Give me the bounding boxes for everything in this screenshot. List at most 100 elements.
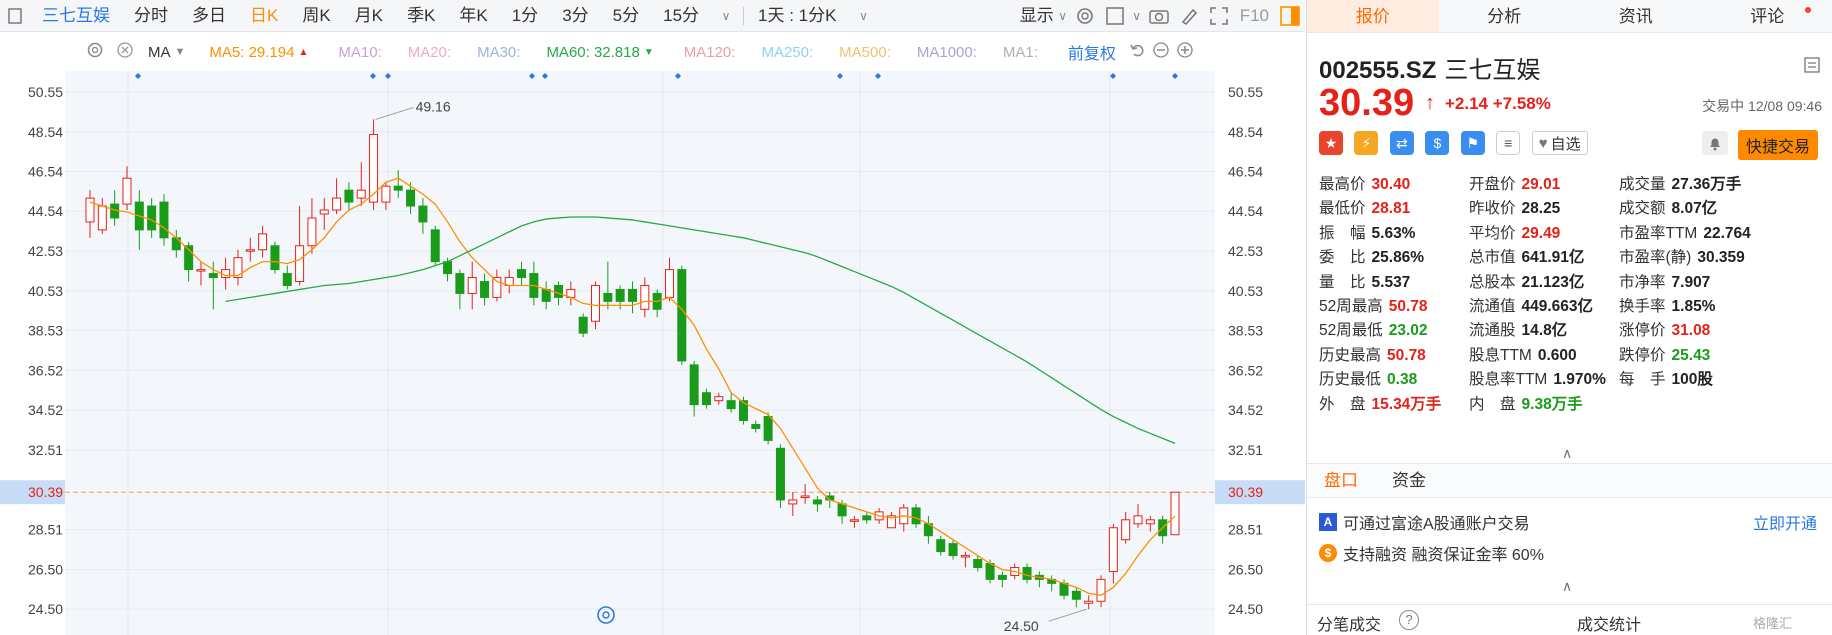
- candle-body[interactable]: [911, 507, 921, 525]
- candle-body[interactable]: [171, 237, 181, 251]
- candle-body[interactable]: [381, 185, 391, 203]
- candle-body[interactable]: [122, 177, 132, 205]
- dollar-icon[interactable]: $: [1425, 131, 1450, 155]
- tab-period-7[interactable]: 1分: [500, 0, 550, 32]
- zoom-in-icon[interactable]: [1176, 41, 1194, 63]
- candle-body[interactable]: [356, 189, 366, 199]
- candle-body[interactable]: [541, 288, 551, 302]
- candle-body[interactable]: [147, 205, 157, 231]
- add-watchlist-button[interactable]: ♥ 自选: [1531, 131, 1588, 155]
- trade-stats-label[interactable]: 成交统计: [1577, 611, 1641, 635]
- candle-body[interactable]: [467, 277, 477, 294]
- candle-body[interactable]: [1071, 590, 1081, 600]
- chevron-up-icon[interactable]: ∧: [1562, 578, 1572, 595]
- tab-period-2[interactable]: 日K: [238, 0, 290, 32]
- panel-toggle-icon[interactable]: [1275, 0, 1305, 32]
- tab-capital[interactable]: 资金: [1375, 463, 1443, 498]
- candle-body[interactable]: [664, 269, 674, 298]
- tab-period-3[interactable]: 周K: [290, 0, 342, 32]
- tab-period-8[interactable]: 3分: [550, 0, 600, 32]
- kline-svg[interactable]: 50.55 50.55 48.54 48.54 46.54 46.54 44.54 44.54…: [0, 71, 1305, 635]
- candle-body[interactable]: [418, 205, 428, 223]
- candle-body[interactable]: [775, 447, 785, 501]
- candle-body[interactable]: [282, 273, 292, 286]
- stock-name-tab[interactable]: 三七互娱: [30, 0, 122, 32]
- tab-comments[interactable]: 评论: [1702, 0, 1832, 32]
- candle-body[interactable]: [862, 515, 872, 521]
- fullscreen-icon[interactable]: [1204, 0, 1234, 32]
- candle-body[interactable]: [1022, 566, 1032, 580]
- shuffle-icon[interactable]: ⇄: [1389, 131, 1414, 155]
- adjust-mode-link[interactable]: 前复权: [1068, 40, 1116, 64]
- candle-body[interactable]: [615, 288, 625, 302]
- candle-body[interactable]: [159, 201, 169, 239]
- candle-body[interactable]: [1133, 515, 1143, 525]
- candle-body[interactable]: [233, 257, 243, 279]
- candle-body[interactable]: [97, 205, 107, 231]
- draw-box-icon[interactable]: [1100, 0, 1130, 32]
- display-menu[interactable]: 显示: [1008, 0, 1056, 32]
- tab-news[interactable]: 资讯: [1570, 0, 1702, 32]
- open-account-link[interactable]: 立即开通: [1753, 510, 1817, 534]
- close-icon[interactable]: [116, 41, 134, 63]
- note-icon[interactable]: ≡: [1496, 131, 1521, 155]
- bell-icon[interactable]: [1702, 131, 1728, 155]
- candle-body[interactable]: [751, 423, 761, 429]
- candle-body[interactable]: [258, 233, 268, 251]
- chevron-down-icon[interactable]: ∨: [1130, 0, 1144, 32]
- tab-period-10[interactable]: 15分: [651, 0, 711, 32]
- chevron-down-icon[interactable]: ∨: [1056, 0, 1070, 32]
- candle-body[interactable]: [492, 277, 502, 298]
- candle-body[interactable]: [406, 189, 416, 207]
- candle-body[interactable]: [985, 563, 995, 580]
- lightning-icon[interactable]: ⚡: [1354, 131, 1379, 155]
- candle-body[interactable]: [344, 189, 354, 203]
- chevron-down-icon[interactable]: ▼: [175, 46, 186, 58]
- candle-body[interactable]: [997, 574, 1007, 580]
- candle-body[interactable]: [701, 392, 711, 406]
- candle-body[interactable]: [603, 292, 613, 302]
- candle-body[interactable]: [689, 364, 699, 406]
- candle-body[interactable]: [763, 416, 773, 441]
- tab-period-9[interactable]: 5分: [601, 0, 651, 32]
- candle-body[interactable]: [948, 543, 958, 557]
- candle-body[interactable]: [393, 185, 403, 191]
- fast-trade-button[interactable]: 快捷交易: [1737, 130, 1818, 160]
- candle-body[interactable]: [837, 503, 847, 517]
- tab-period-6[interactable]: 年K: [447, 0, 499, 32]
- candle-body[interactable]: [517, 269, 527, 279]
- tab-orderbook[interactable]: 盘口: [1307, 463, 1375, 498]
- candle-body[interactable]: [591, 284, 601, 322]
- candle-body[interactable]: [800, 495, 810, 498]
- candle-body[interactable]: [455, 273, 465, 294]
- candle-body[interactable]: [1059, 582, 1069, 596]
- candle-body[interactable]: [307, 217, 317, 247]
- candle-body[interactable]: [443, 261, 453, 275]
- tag-icon[interactable]: ⚑: [1460, 131, 1485, 155]
- candle-body[interactable]: [1096, 578, 1106, 602]
- candle-body[interactable]: [628, 288, 637, 302]
- tab-period-5[interactable]: 季K: [395, 0, 447, 32]
- help-icon[interactable]: ?: [1399, 610, 1419, 630]
- candle-body[interactable]: [1170, 491, 1180, 536]
- candle-body[interactable]: [554, 284, 564, 298]
- indicator-settings-icon[interactable]: [86, 41, 104, 63]
- candle-body[interactable]: [973, 559, 983, 568]
- settings-icon[interactable]: [1070, 0, 1100, 32]
- multi-period-select[interactable]: 1天 : 1分K: [746, 0, 848, 32]
- candle-body[interactable]: [578, 316, 588, 334]
- sidebar-toggle-icon[interactable]: [0, 0, 30, 32]
- chevron-down-icon[interactable]: ∨: [711, 0, 741, 32]
- candle-body[interactable]: [196, 269, 206, 272]
- candle-body[interactable]: [332, 197, 342, 211]
- candle-body[interactable]: [849, 519, 859, 522]
- tab-quote[interactable]: 报价: [1307, 0, 1439, 32]
- zoom-out-icon[interactable]: [1152, 41, 1170, 63]
- candle-body[interactable]: [714, 396, 724, 402]
- candle-body[interactable]: [726, 400, 736, 410]
- candle-body[interactable]: [480, 281, 490, 298]
- candle-body[interactable]: [319, 209, 329, 215]
- candle-body[interactable]: [270, 245, 280, 271]
- pen-icon[interactable]: [1174, 0, 1204, 32]
- candle-body[interactable]: [245, 249, 255, 252]
